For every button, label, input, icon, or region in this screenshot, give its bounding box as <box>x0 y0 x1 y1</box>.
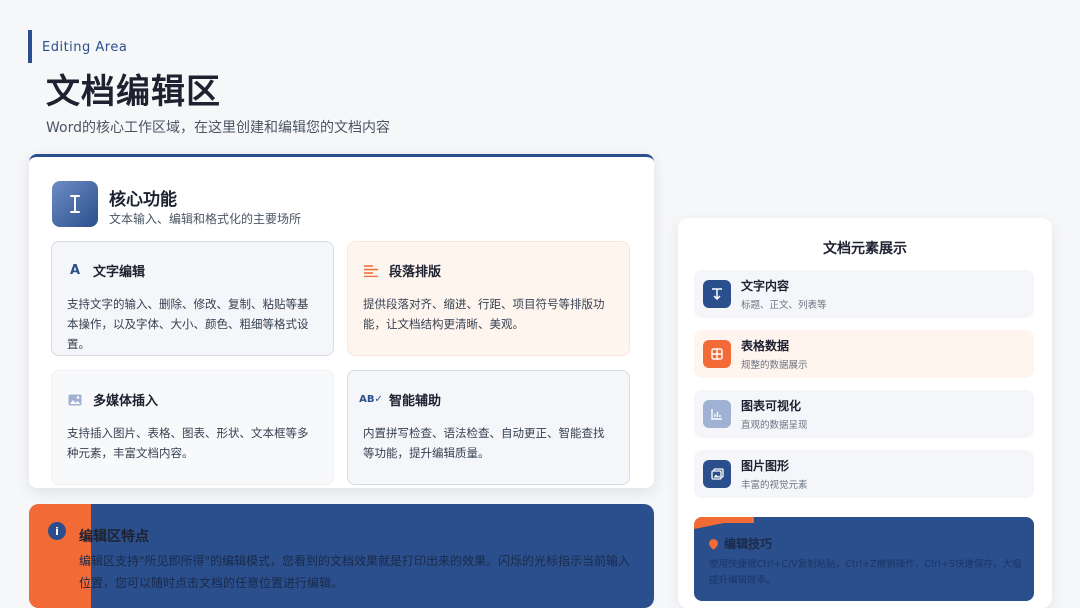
table-icon <box>703 340 731 368</box>
editing-traits-banner: i 编辑区特点 编辑区支持"所见即所得"的编辑模式，您看到的文档效果就是打印出来… <box>29 504 654 608</box>
letter-a-icon: A <box>69 263 81 278</box>
page-title: 文档编辑区 <box>46 72 221 112</box>
tips-accent-corner <box>694 517 754 529</box>
tips-title: 编辑技巧 <box>724 537 773 551</box>
element-item-text[interactable]: 文字内容 标题、正文、列表等 <box>694 270 1034 318</box>
feature-title: 文字编辑 <box>93 265 146 280</box>
image-icon <box>67 392 83 408</box>
traits-text: 编辑区支持"所见即所得"的编辑模式，您看到的文档效果就是打印出来的效果。闪烁的光… <box>79 554 631 590</box>
core-title: 核心功能 <box>109 190 177 210</box>
pin-icon <box>707 537 720 550</box>
eyebrow-label: Editing Area <box>42 40 128 55</box>
element-name: 图片图形 <box>741 459 790 473</box>
element-item-picture[interactable]: 图片图形 丰富的视觉元素 <box>694 450 1034 498</box>
element-sub: 丰富的视觉元素 <box>741 480 808 491</box>
feature-card-media[interactable]: 多媒体插入 支持插入图片、表格、图表、形状、文本框等多种元素，丰富文档内容。 <box>51 370 334 485</box>
info-icon: i <box>48 522 66 540</box>
chart-icon <box>703 400 731 428</box>
feature-card-smart-assist[interactable]: AB✓ 智能辅助 内置拼写检查、语法检查、自动更正、智能查找等功能，提升编辑质量… <box>347 370 630 485</box>
text-cursor-icon <box>52 181 98 227</box>
feature-title: 智能辅助 <box>389 394 442 409</box>
feature-text: 支持插入图片、表格、图表、形状、文本框等多种元素，丰富文档内容。 <box>67 426 309 460</box>
feature-title: 段落排版 <box>389 265 442 280</box>
core-features-card: 核心功能 文本输入、编辑和格式化的主要场所 A 文字编辑 支持文字的输入、删除、… <box>29 154 654 488</box>
tips-text: 使用快捷键Ctrl+C/V复制粘贴，Ctrl+Z撤销操作，Ctrl+S快速保存，… <box>709 559 1022 586</box>
paragraph-lines-icon <box>363 263 379 279</box>
element-item-chart[interactable]: 图表可视化 直观的数据呈现 <box>694 390 1034 438</box>
elements-title: 文档元素展示 <box>823 241 907 257</box>
feature-card-text-editing[interactable]: A 文字编辑 支持文字的输入、删除、修改、复制、粘贴等基本操作，以及字体、大小、… <box>51 241 334 356</box>
feature-card-paragraph[interactable]: 段落排版 提供段落对齐、缩进、行距、项目符号等排版功能，让文档结构更清晰、美观。 <box>347 241 630 356</box>
traits-title: 编辑区特点 <box>79 529 149 545</box>
element-name: 文字内容 <box>741 279 790 293</box>
core-desc: 文本输入、编辑和格式化的主要场所 <box>109 212 302 226</box>
feature-title: 多媒体插入 <box>93 394 159 409</box>
page-subtitle: Word的核心工作区域，在这里创建和编辑您的文档内容 <box>46 120 390 136</box>
feature-text: 支持文字的输入、删除、修改、复制、粘贴等基本操作，以及字体、大小、颜色、粗细等格… <box>67 297 309 351</box>
element-name: 表格数据 <box>741 339 790 353</box>
element-sub: 标题、正文、列表等 <box>741 300 827 311</box>
feature-text: 提供段落对齐、缩进、行距、项目符号等排版功能，让文档结构更清晰、美观。 <box>363 297 605 331</box>
picture-icon <box>703 460 731 488</box>
element-sub: 直观的数据呈现 <box>741 420 808 431</box>
editing-tips-box: 编辑技巧 使用快捷键Ctrl+C/V复制粘贴，Ctrl+Z撤销操作，Ctrl+S… <box>694 517 1034 601</box>
element-item-table[interactable]: 表格数据 规整的数据展示 <box>694 330 1034 378</box>
element-sub: 规整的数据展示 <box>741 360 808 371</box>
spellcheck-icon: AB✓ <box>359 394 383 405</box>
eyebrow-bar: Editing Area <box>28 30 127 63</box>
element-name: 图表可视化 <box>741 399 802 413</box>
text-icon <box>703 280 731 308</box>
document-elements-card: 文档元素展示 文字内容 标题、正文、列表等 表格数据 规整的数据展示 图表可视化… <box>678 218 1052 608</box>
feature-text: 内置拼写检查、语法检查、自动更正、智能查找等功能，提升编辑质量。 <box>363 426 605 460</box>
